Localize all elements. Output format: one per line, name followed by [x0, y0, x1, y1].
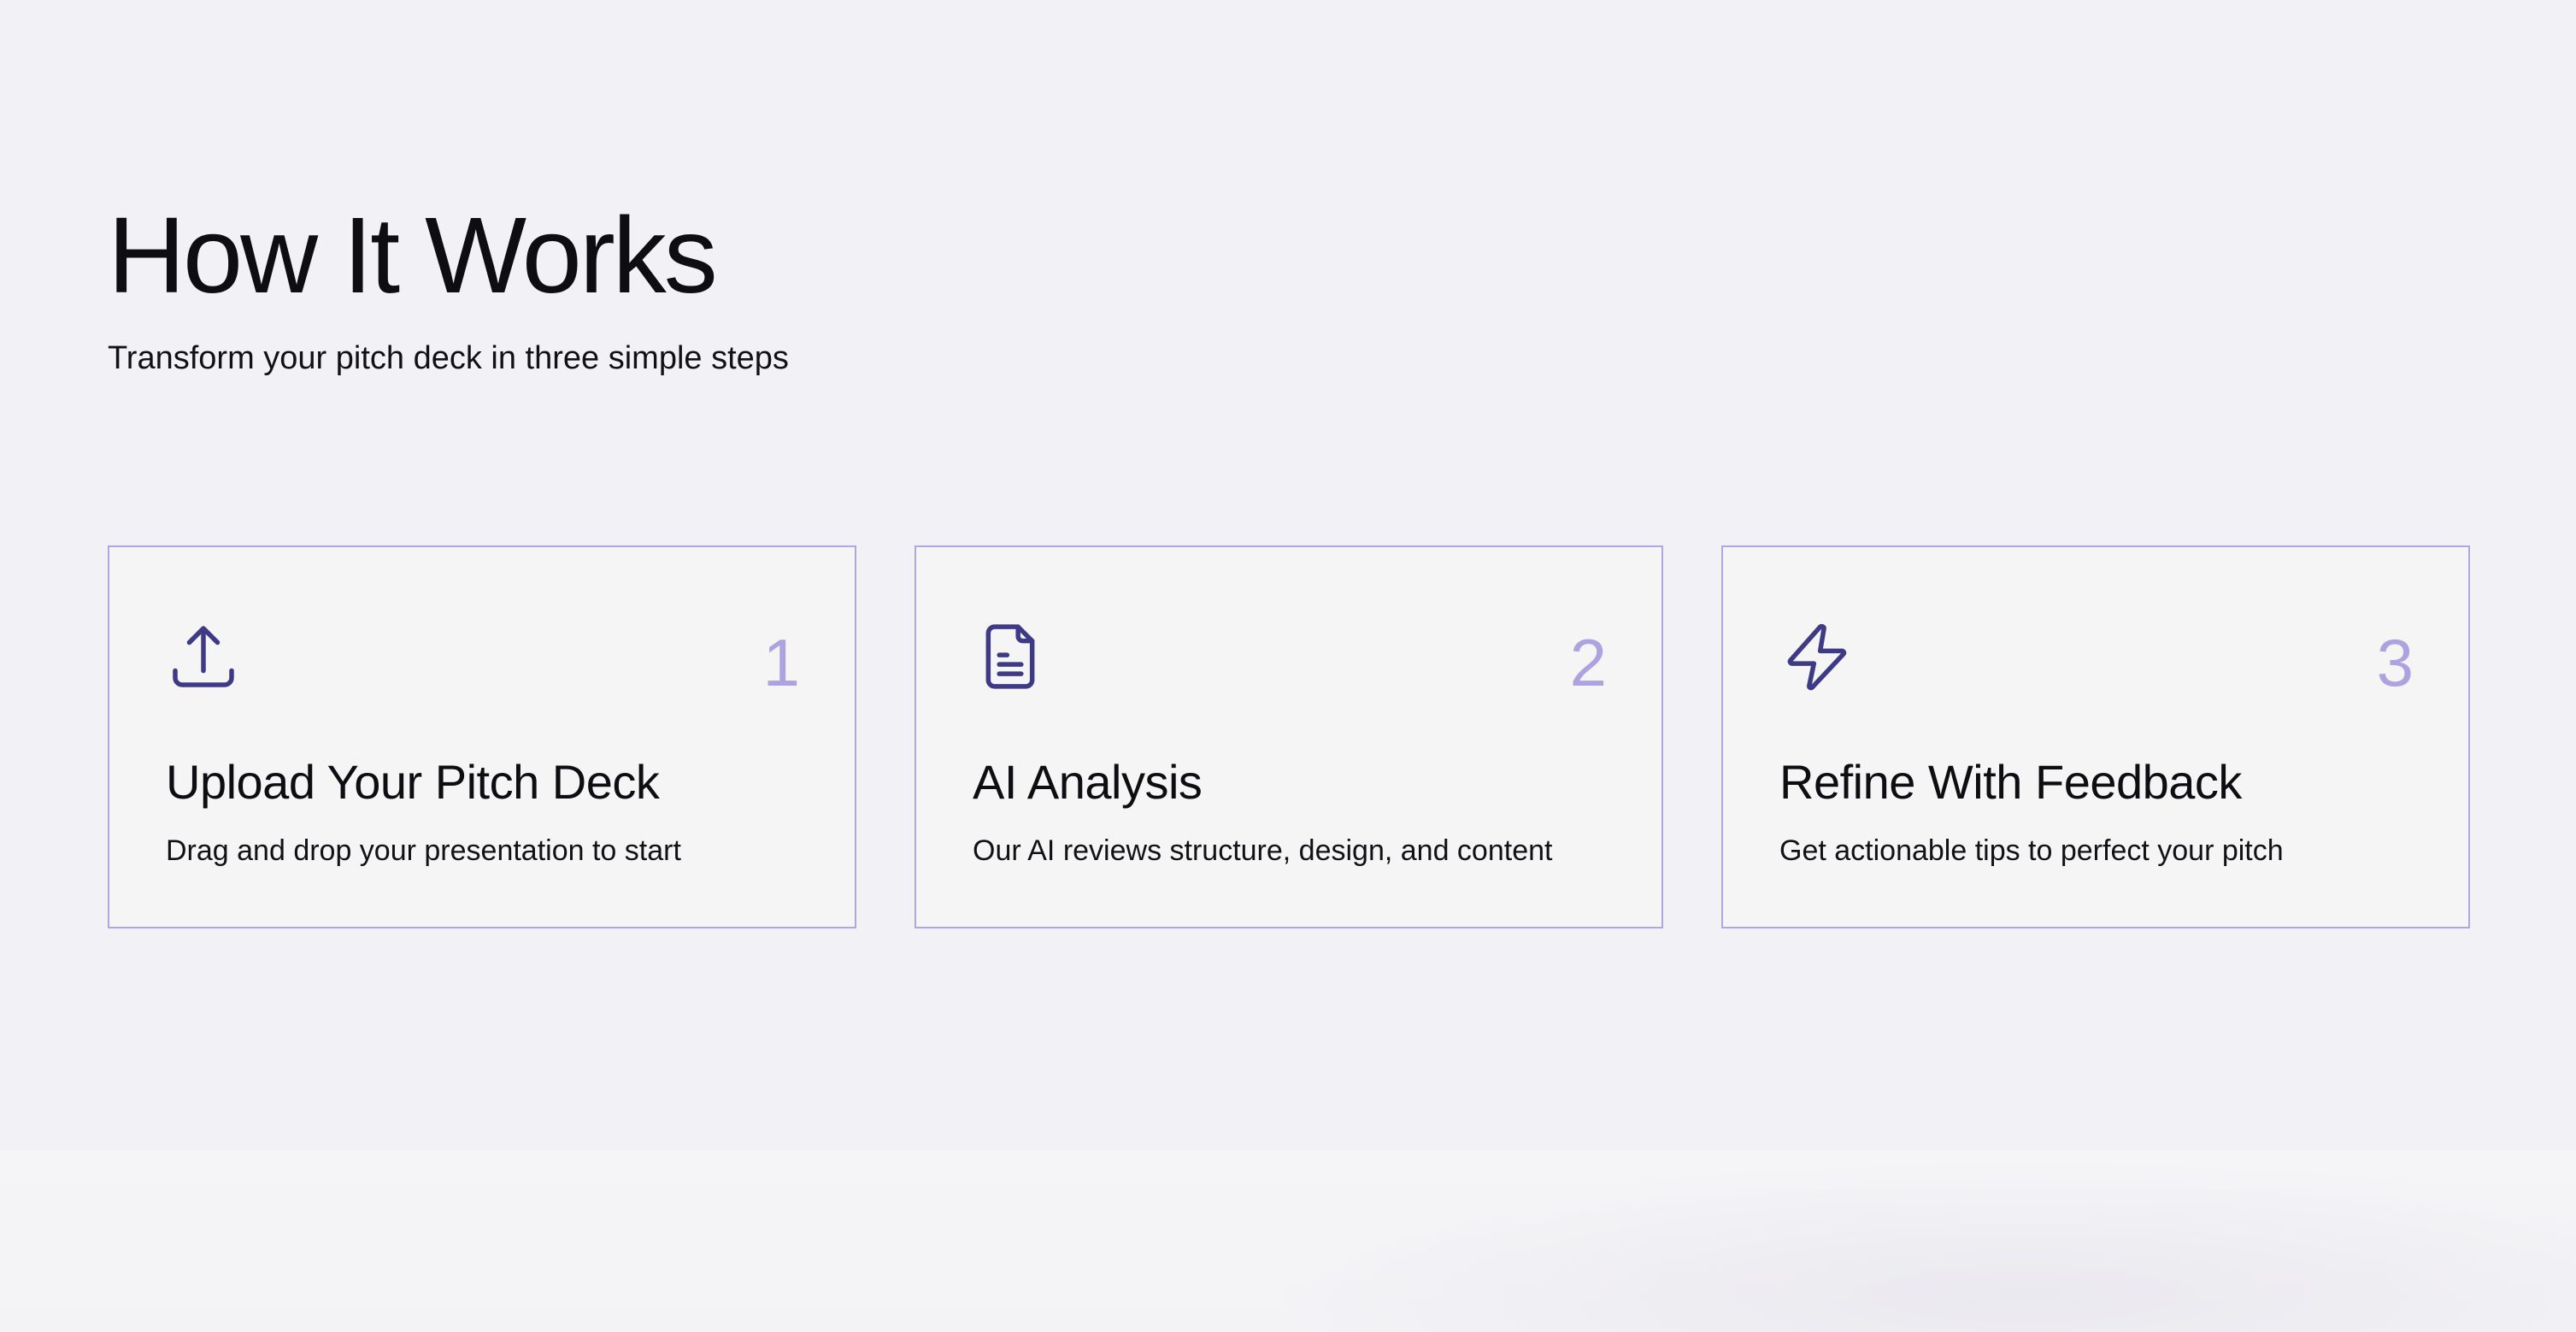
lightning-icon	[1779, 619, 1855, 694]
section-title: How It Works	[108, 195, 718, 315]
step-description: Our AI reviews structure, design, and co…	[973, 834, 1553, 867]
section-subtitle: Transform your pitch deck in three simpl…	[108, 340, 789, 376]
how-it-works-section: How It Works Transform your pitch deck i…	[0, 0, 2576, 1150]
step-card-analysis: 2 AI Analysis Our AI reviews structure, …	[915, 545, 1663, 928]
upload-icon	[166, 619, 241, 694]
step-description: Get actionable tips to perfect your pitc…	[1779, 834, 2284, 867]
step-title: Upload Your Pitch Deck	[166, 755, 660, 809]
step-card-feedback: 3 Refine With Feedback Get actionable ti…	[1721, 545, 2470, 928]
next-section-edge	[0, 1150, 2576, 1332]
step-title: AI Analysis	[973, 755, 1203, 809]
step-number: 2	[1569, 625, 1607, 700]
step-title: Refine With Feedback	[1779, 755, 2242, 809]
document-icon	[973, 619, 1048, 694]
step-description: Drag and drop your presentation to start	[166, 834, 681, 867]
step-card-upload: 1 Upload Your Pitch Deck Drag and drop y…	[108, 545, 856, 928]
step-number: 1	[762, 625, 800, 700]
step-number: 3	[2376, 625, 2414, 700]
